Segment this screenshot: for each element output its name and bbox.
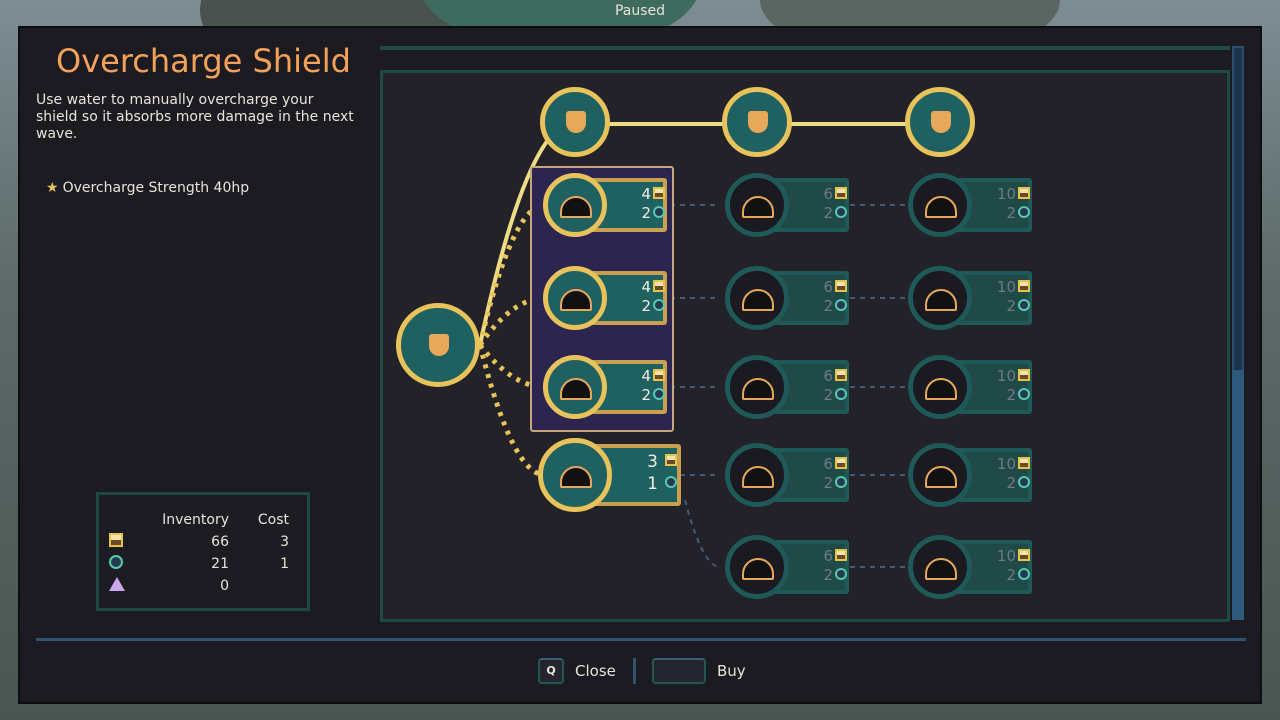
gold-cost: 4: [641, 367, 651, 385]
gold-icon: [1018, 187, 1030, 199]
upgrade-art-icon: [559, 465, 592, 488]
water-cost: 1: [647, 473, 658, 494]
water-icon: [1018, 388, 1030, 400]
water-icon: [835, 388, 847, 400]
upgrade-art-icon: [925, 289, 957, 311]
upgrade-art-icon: [925, 378, 957, 400]
gold-cost: 6: [823, 547, 833, 565]
upgrade-icon: [396, 303, 480, 387]
gold-cost: 6: [823, 185, 833, 203]
water-cost: 2: [641, 386, 651, 404]
water-icon: [653, 206, 665, 218]
gold-icon: [1018, 549, 1030, 561]
water-cost: 2: [1006, 386, 1016, 404]
upgrade-art-icon: [925, 196, 957, 218]
upgrade-icon: [908, 173, 972, 237]
upgrade-art-icon: [742, 378, 774, 400]
upgrade-art-icon: [560, 289, 592, 311]
gold-icon: [653, 187, 665, 199]
water-icon: [835, 299, 847, 311]
shield-icon: [931, 111, 951, 133]
upgrade-icon: [543, 355, 607, 419]
gold-cost: 10: [996, 185, 1016, 203]
shield-icon: [566, 111, 586, 133]
water-cost: 2: [1006, 204, 1016, 222]
upgrade-icon: [908, 535, 972, 599]
upgrade-icon: [908, 355, 972, 419]
upgrade-art-icon: [560, 378, 592, 400]
upgrade-art-icon: [742, 289, 774, 311]
shield-icon: [429, 334, 449, 356]
gold-cost: 4: [641, 185, 651, 203]
upgrade-icon: [908, 266, 972, 330]
upgrade-icon: [543, 173, 607, 237]
upgrade-icon: [538, 438, 612, 512]
water-icon: [835, 568, 847, 580]
water-icon: [835, 476, 847, 488]
upgrade-icon: [725, 535, 789, 599]
water-cost: 2: [641, 204, 651, 222]
water-cost: 2: [823, 474, 833, 492]
upgrade-icon: [725, 266, 789, 330]
upgrade-art-icon: [925, 558, 957, 580]
gold-icon: [835, 187, 847, 199]
water-icon: [1018, 206, 1030, 218]
upgrade-icon: [725, 173, 789, 237]
water-cost: 2: [1006, 566, 1016, 584]
gold-icon: [835, 369, 847, 381]
upgrade-icon: [905, 87, 975, 157]
gold-cost: 10: [996, 367, 1016, 385]
connector-dashed: [684, 499, 721, 568]
gold-icon: [1018, 457, 1030, 469]
gold-icon: [835, 457, 847, 469]
upgrade-icon: [725, 355, 789, 419]
upgrade-icon: [540, 87, 610, 157]
upgrade-art-icon: [560, 196, 592, 218]
upgrade-art-icon: [742, 196, 774, 218]
gold-cost: 6: [823, 367, 833, 385]
gold-icon: [653, 280, 665, 292]
water-icon: [1018, 299, 1030, 311]
water-cost: 2: [823, 386, 833, 404]
upgrade-icon: [725, 443, 789, 507]
water-icon: [1018, 476, 1030, 488]
upgrade-icon: [722, 87, 792, 157]
gold-cost: 6: [823, 455, 833, 473]
water-cost: 2: [823, 566, 833, 584]
gold-cost: 3: [647, 452, 658, 472]
gold-cost: 10: [996, 278, 1016, 296]
gold-icon: [1018, 369, 1030, 381]
upgrade-art-icon: [925, 466, 957, 488]
upgrade-art-icon: [742, 558, 774, 580]
water-cost: 2: [823, 297, 833, 315]
shield-icon: [748, 111, 768, 133]
upgrade-icon: [543, 266, 607, 330]
gold-icon: [664, 454, 677, 467]
gold-icon: [1018, 280, 1030, 292]
gold-icon: [653, 369, 665, 381]
gold-icon: [835, 549, 847, 561]
water-icon: [653, 388, 665, 400]
gold-icon: [835, 280, 847, 292]
upgrade-art-icon: [742, 466, 774, 488]
water-icon: [664, 476, 677, 489]
water-icon: [1018, 568, 1030, 580]
water-cost: 2: [641, 297, 651, 315]
water-cost: 2: [823, 204, 833, 222]
water-icon: [835, 206, 847, 218]
upgrade-icon: [908, 443, 972, 507]
gold-cost: 10: [996, 455, 1016, 473]
gold-cost: 10: [996, 547, 1016, 565]
water-icon: [653, 299, 665, 311]
gold-cost: 6: [823, 278, 833, 296]
gold-cost: 4: [641, 278, 651, 296]
water-cost: 2: [1006, 297, 1016, 315]
water-cost: 2: [1006, 474, 1016, 492]
